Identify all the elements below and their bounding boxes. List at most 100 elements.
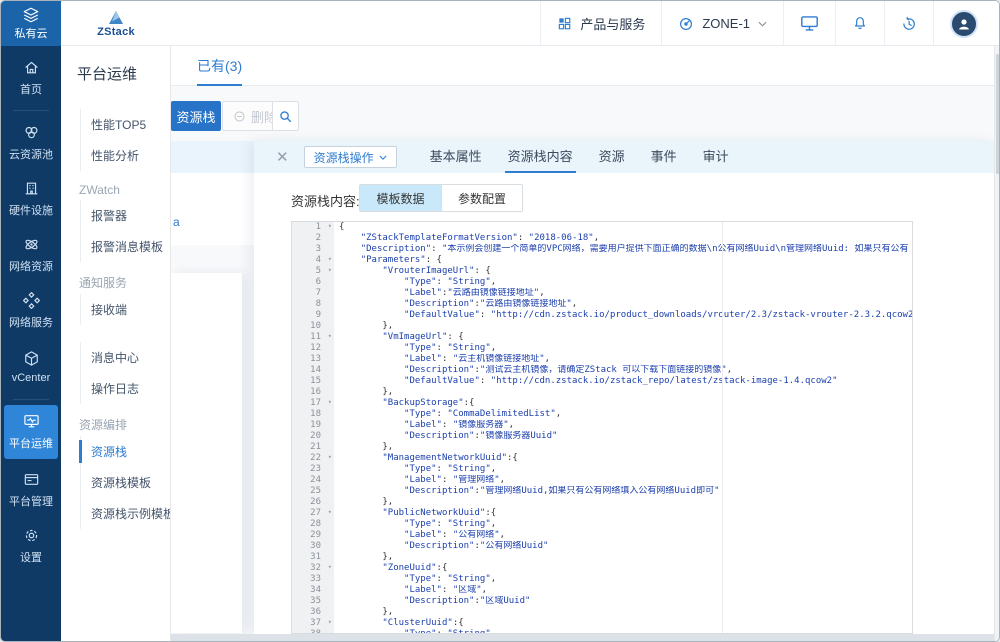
history-button[interactable] <box>884 1 933 46</box>
stack-content-label: 资源栈内容: <box>291 191 360 210</box>
subsidebar-item-receiver[interactable]: 接收端 <box>81 294 170 325</box>
panel-tab-events[interactable]: 事件 <box>638 141 690 173</box>
sidebar-item-hardware[interactable]: 硬件设施 <box>1 172 61 226</box>
fold-toggle-icon[interactable]: ▾ <box>328 562 332 573</box>
editor-line-number: 22▾ <box>292 453 334 464</box>
fold-toggle-icon[interactable]: ▾ <box>328 221 332 232</box>
editor-line-number: 33 <box>292 574 334 585</box>
fold-toggle-icon[interactable]: ▾ <box>328 617 332 628</box>
create-stack-button[interactable]: 资源栈 <box>171 101 221 131</box>
user-menu[interactable] <box>933 1 994 46</box>
vcenter-icon <box>23 350 40 367</box>
editor-line-number: 19 <box>292 420 334 431</box>
sidebar-item-network-service[interactable]: 网络服务 <box>1 284 61 338</box>
fold-toggle-icon[interactable]: ▾ <box>328 254 332 265</box>
sidebar-item-home[interactable]: 首页 <box>1 51 61 105</box>
sidebar-item-platform-mgmt[interactable]: 平台管理 <box>1 463 61 517</box>
editor-line-number: 8 <box>292 299 334 310</box>
close-icon[interactable]: ✕ <box>276 150 289 165</box>
resource-pool-icon <box>23 124 40 141</box>
sidebar-item-settings[interactable]: 设置 <box>1 519 61 573</box>
background-list-card <box>171 273 242 633</box>
editor-line-number: 29 <box>292 530 334 541</box>
network-resource-icon <box>23 236 40 253</box>
search-button[interactable] <box>272 101 299 131</box>
fold-toggle-icon[interactable]: ▾ <box>328 397 332 408</box>
editor-line-number: 12 <box>292 343 334 354</box>
editor-line-number: 17▾ <box>292 398 334 409</box>
secondary-sidebar-groups: 性能TOP5性能分析ZWatch报警器报警消息模板通知服务接收端消息中心操作日志… <box>61 109 170 529</box>
segment-parameter-config[interactable]: 参数配置 <box>441 185 522 211</box>
subsidebar-group-header: 资源编排 <box>79 416 170 433</box>
panel-tab-audit[interactable]: 审计 <box>690 141 742 173</box>
background-table-header <box>171 141 259 173</box>
editor-code-line: "Type": "String", <box>334 519 912 530</box>
page-scrollbar[interactable] <box>994 46 999 641</box>
fold-toggle-icon[interactable]: ▾ <box>328 331 332 342</box>
segment-template-data[interactable]: 模板数据 <box>360 185 441 211</box>
sidebar-item-vcenter[interactable]: vCenter <box>1 340 61 394</box>
editor-line-number: 1▾ <box>292 222 334 233</box>
subsidebar-item-perf-top5[interactable]: 性能TOP5 <box>81 109 170 140</box>
scrollbar-thumb[interactable] <box>996 54 999 174</box>
sidebar-item-label: 设置 <box>20 549 42 565</box>
user-avatar <box>950 10 978 38</box>
subsidebar-item-operation-log[interactable]: 操作日志 <box>81 373 170 404</box>
editor-line-number: 23 <box>292 464 334 475</box>
editor-code-line: "Description":"公有网络Uuid" <box>334 541 912 552</box>
zstack-logo: ZStack <box>61 1 171 46</box>
layers-icon <box>22 7 40 23</box>
top-bar: 私有云 ZStack 产品 <box>1 1 999 46</box>
fold-toggle-icon[interactable]: ▾ <box>328 265 332 276</box>
editor-code-line: "Description":"管理网络Uuid,如果只有公有网络填入公有网络Uu… <box>334 486 912 497</box>
sidebar-item-label: 首页 <box>20 81 42 97</box>
sidebar-item-platform-ops[interactable]: 平台运维 <box>4 405 58 459</box>
sidebar-item-label: 云资源池 <box>9 146 53 162</box>
editor-line-number: 37▾ <box>292 618 334 629</box>
editor-code-line: "Label":"云路由镜像链接地址", <box>334 288 912 299</box>
subsidebar-item-message-center[interactable]: 消息中心 <box>81 342 170 373</box>
console-button[interactable] <box>783 1 835 46</box>
management-icon <box>23 471 40 488</box>
panel-tab-stack-content[interactable]: 资源栈内容 <box>495 141 586 173</box>
detail-panel-header: ✕ 资源栈操作 基本属性资源栈内容资源事件审计 <box>254 141 994 173</box>
bottom-edge-strip <box>171 634 999 641</box>
subsidebar-item-resource-stack-template[interactable]: 资源栈模板 <box>81 467 170 498</box>
subsidebar-item-alarm-msg-template[interactable]: 报警消息模板 <box>81 231 170 262</box>
editor-line-number: 35 <box>292 596 334 607</box>
network-service-icon <box>23 292 40 309</box>
editor-code-line: }, <box>334 387 912 398</box>
editor-code-line: "Label": "管理网络", <box>334 475 912 486</box>
editor-code-line: "Parameters": { <box>334 255 912 266</box>
sidebar-item-label: 网络资源 <box>9 258 53 274</box>
background-row-link[interactable]: a <box>173 215 180 229</box>
secondary-sidebar-title: 平台运维 <box>61 46 170 92</box>
editor-code-line: }, <box>334 497 912 508</box>
sidebar-item-network-resource[interactable]: 网络资源 <box>1 228 61 282</box>
products-services-menu[interactable]: 产品与服务 <box>540 1 661 46</box>
zone-selector[interactable]: ZONE-1 <box>661 1 783 46</box>
editor-line-number: 25 <box>292 486 334 497</box>
subsidebar-item-perf-analysis[interactable]: 性能分析 <box>81 140 170 171</box>
fold-toggle-icon[interactable]: ▾ <box>328 507 332 518</box>
editor-line-number: 20 <box>292 431 334 442</box>
notifications-button[interactable] <box>835 1 884 46</box>
editor-code-line: "Type": "String", <box>334 277 912 288</box>
fold-toggle-icon[interactable]: ▾ <box>328 452 332 463</box>
sidebar-item-label: 平台运维 <box>9 435 53 451</box>
subsidebar-item-resource-stack[interactable]: 资源栈 <box>81 436 170 467</box>
search-icon <box>278 109 293 124</box>
template-code-editor[interactable]: 1▾234▾5▾67891011▾121314151617▾1819202122… <box>291 221 913 634</box>
editor-code-line: "BackupStorage":{ <box>334 398 912 409</box>
panel-tab-basic-info[interactable]: 基本属性 <box>417 141 495 173</box>
private-cloud-brand[interactable]: 私有云 <box>1 1 61 46</box>
subsidebar-item-alarm[interactable]: 报警器 <box>81 200 170 231</box>
detail-panel-tabs: 基本属性资源栈内容资源事件审计 <box>417 141 742 173</box>
panel-tab-resources[interactable]: 资源 <box>586 141 638 173</box>
app-window: 私有云 ZStack 产品 <box>0 0 1000 642</box>
editor-line-number: 15 <box>292 376 334 387</box>
tab-existing[interactable]: 已有(3) <box>197 46 242 86</box>
sidebar-item-cloud-resource-pool[interactable]: 云资源池 <box>1 116 61 170</box>
stack-actions-dropdown[interactable]: 资源栈操作 <box>304 146 397 168</box>
subsidebar-item-resource-stack-example[interactable]: 资源栈示例模板 <box>81 498 170 529</box>
